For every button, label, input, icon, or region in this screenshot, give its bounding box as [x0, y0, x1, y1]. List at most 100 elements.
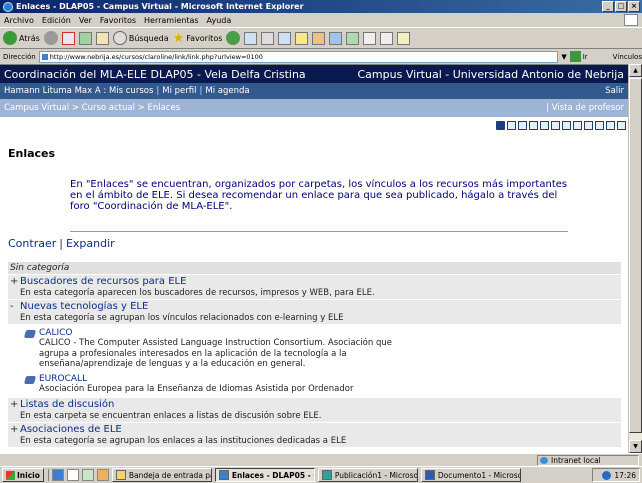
- vertical-scrollbar[interactable]: ▲ ▼: [628, 64, 642, 453]
- category-title-line[interactable]: + Asociaciones de ELE: [8, 423, 621, 435]
- task-publicacion[interactable]: Publicación1 - Microsoft ...: [317, 468, 418, 482]
- edit-icon[interactable]: [278, 31, 292, 45]
- quick-launch: [47, 469, 109, 481]
- network-icon[interactable]: [602, 470, 612, 480]
- media-quicklaunch-icon[interactable]: [96, 469, 109, 481]
- scroll-thumb[interactable]: [629, 78, 642, 433]
- menu-ayuda[interactable]: Ayuda: [207, 16, 232, 25]
- groups-icon[interactable]: [573, 121, 582, 130]
- category-title-line[interactable]: + Buscadores de recursos para ELE: [8, 275, 621, 287]
- announcements-icon[interactable]: [518, 121, 527, 130]
- category-header: Sin categoría: [8, 262, 621, 274]
- chat-icon[interactable]: [595, 121, 604, 130]
- link-item: CALICO CALICO - The Computer Assisted La…: [8, 328, 621, 370]
- format-icon[interactable]: [346, 31, 360, 45]
- expand-toggle-icon[interactable]: +: [10, 399, 20, 410]
- favorites-button[interactable]: ★ Favoritos: [173, 31, 223, 46]
- search-button[interactable]: Búsqueda: [112, 31, 169, 45]
- collapse-toggle-icon[interactable]: -: [10, 301, 20, 312]
- research-icon[interactable]: [312, 31, 326, 45]
- expand-link[interactable]: Expandir: [66, 237, 115, 250]
- agenda-icon[interactable]: [507, 121, 516, 130]
- category-row: + Listas de discusión En esta carpeta se…: [8, 398, 621, 422]
- course-tool-icons: [496, 121, 626, 130]
- course-home-icon[interactable]: [496, 121, 505, 130]
- close-button[interactable]: ×: [628, 1, 640, 12]
- history-icon[interactable]: [226, 31, 241, 45]
- menu-ver[interactable]: Ver: [79, 16, 92, 25]
- address-input[interactable]: http://www.nebrija.es/cursos/claroline/l…: [38, 50, 559, 63]
- exercises-icon[interactable]: [540, 121, 549, 130]
- start-button[interactable]: Inicio: [2, 468, 44, 482]
- taskbar: Inicio Bandeja de entrada para ... Enlac…: [0, 466, 642, 483]
- category-title[interactable]: Buscadores de recursos para ELE: [20, 276, 186, 287]
- category-title[interactable]: Listas de discusión: [20, 399, 114, 410]
- print-icon[interactable]: [261, 31, 275, 45]
- my-courses-link[interactable]: Mis cursos: [109, 86, 153, 96]
- back-button[interactable]: Atrás: [3, 31, 40, 45]
- campus-title[interactable]: Campus Virtual - Universidad Antonio de …: [358, 68, 625, 81]
- menu-favoritos[interactable]: Favoritos: [100, 16, 136, 25]
- mail-icon[interactable]: [244, 31, 258, 45]
- menu-bar: Archivo Edición Ver Favoritos Herramient…: [0, 13, 642, 28]
- menu-archivo[interactable]: Archivo: [4, 16, 34, 25]
- system-tray: 17:26: [592, 468, 640, 482]
- category-title[interactable]: Nuevas tecnologías y ELE: [20, 301, 148, 312]
- logout-link[interactable]: Salir: [605, 86, 624, 96]
- forward-button[interactable]: [43, 31, 58, 45]
- excel-quicklaunch-icon[interactable]: [81, 469, 94, 481]
- security-zone: Intranet local: [537, 455, 639, 466]
- breadcrumb-path[interactable]: Campus Virtual > Curso actual > Enlaces: [4, 103, 180, 113]
- task-documento[interactable]: Documento1 - Microsoft ...: [420, 468, 521, 482]
- copy-icon[interactable]: [380, 31, 394, 45]
- category-title[interactable]: Asociaciones de ELE: [20, 424, 122, 435]
- expand-toggle-icon[interactable]: +: [10, 424, 20, 435]
- course-title[interactable]: Coordinación del MLA-ELE DLAP05 - Vela D…: [4, 68, 306, 81]
- intro-divider: [70, 231, 568, 232]
- my-profile-link[interactable]: Mi perfil: [162, 86, 196, 96]
- forums-icon[interactable]: [606, 121, 615, 130]
- documents-icon[interactable]: [529, 121, 538, 130]
- expand-toggle-icon[interactable]: +: [10, 276, 20, 287]
- refresh-icon[interactable]: [78, 31, 92, 45]
- windows-flag-icon: [6, 470, 15, 480]
- menu-edicion[interactable]: Edición: [42, 16, 71, 25]
- link-title[interactable]: EUROCALL: [39, 374, 621, 384]
- address-dropdown-icon[interactable]: ▼: [561, 53, 566, 61]
- stop-icon[interactable]: [61, 31, 75, 45]
- word-quicklaunch-icon[interactable]: [66, 469, 79, 481]
- go-button[interactable]: Ir: [569, 51, 588, 62]
- task-inbox[interactable]: Bandeja de entrada para ...: [111, 468, 212, 482]
- links-label[interactable]: Vínculos: [613, 53, 642, 61]
- collapse-link[interactable]: Contraer: [8, 237, 56, 250]
- paste-icon[interactable]: [397, 31, 411, 45]
- scroll-down-icon[interactable]: ▼: [629, 440, 642, 453]
- outlook-icon: [115, 470, 126, 480]
- category-title-line[interactable]: - Nuevas tecnologías y ELE: [8, 300, 621, 312]
- category-description: En esta carpeta se encuentran enlaces a …: [8, 410, 621, 422]
- links-icon[interactable]: [551, 121, 560, 130]
- messenger-icon[interactable]: [329, 31, 343, 45]
- menu-herramientas[interactable]: Herramientas: [144, 16, 199, 25]
- scroll-up-icon[interactable]: ▲: [629, 64, 642, 77]
- window-title: Enlaces - DLAP05 - Campus Virtual - Micr…: [16, 2, 304, 11]
- search-icon: [112, 31, 127, 45]
- home-icon[interactable]: [95, 31, 109, 45]
- my-agenda-link[interactable]: Mi agenda: [205, 86, 249, 96]
- ie-quicklaunch-icon[interactable]: [51, 469, 64, 481]
- link-title[interactable]: CALICO: [39, 328, 621, 338]
- minimize-button[interactable]: _: [602, 1, 614, 12]
- maximize-button[interactable]: □: [615, 1, 627, 12]
- cut-icon[interactable]: [363, 31, 377, 45]
- wiki-icon[interactable]: [617, 121, 626, 130]
- expand-controls: Contraer | Expandir: [8, 237, 115, 250]
- users-icon[interactable]: [584, 121, 593, 130]
- category-title-line[interactable]: + Listas de discusión: [8, 398, 621, 410]
- clock[interactable]: 17:26: [614, 471, 636, 480]
- works-icon[interactable]: [562, 121, 571, 130]
- window-controls: _ □ ×: [602, 1, 640, 12]
- task-enlaces[interactable]: Enlaces - DLAP05 - Ca...: [214, 468, 315, 482]
- folder-icon[interactable]: [295, 31, 309, 45]
- category-list: Sin categoría + Buscadores de recursos p…: [8, 262, 621, 448]
- teacher-view-link[interactable]: | Vista de profesor: [546, 103, 624, 113]
